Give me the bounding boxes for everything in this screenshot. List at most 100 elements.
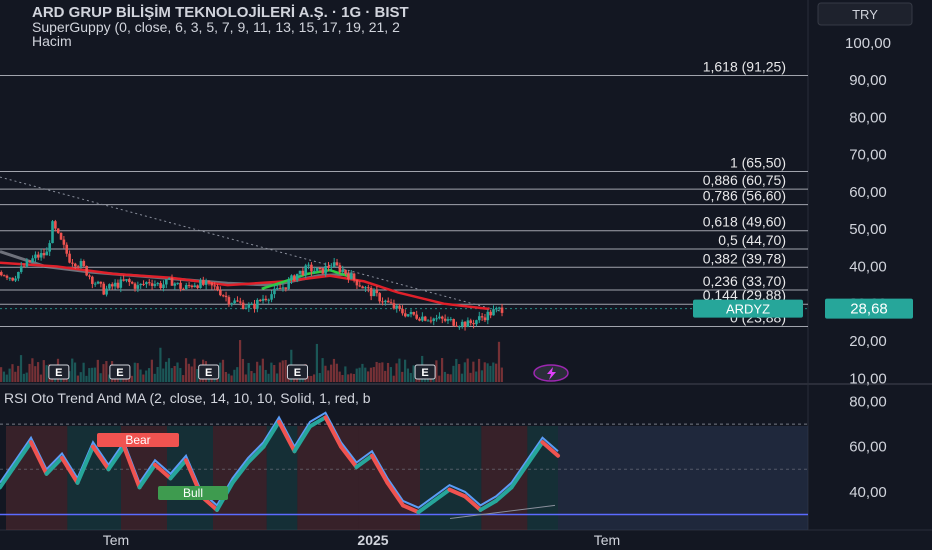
candle-body[interactable] [130,282,134,284]
candle-body[interactable] [8,277,12,279]
candle-body[interactable] [449,319,453,321]
candle-body[interactable] [25,260,29,267]
candle-body[interactable] [443,318,447,321]
currency-label[interactable]: TRY [852,7,878,22]
candle-body[interactable] [250,304,253,306]
candle-body[interactable] [355,279,359,286]
candle-body[interactable] [14,278,17,281]
candle-body[interactable] [338,265,342,272]
chart-canvas[interactable]: 1,618 (91,25) 1 (65,50) 0,886 (60,75)0,786… [0,0,932,550]
candle-body[interactable] [261,298,265,301]
candle-body[interactable] [39,253,43,258]
candle-body[interactable] [176,282,179,284]
candle-body[interactable] [142,283,145,285]
candle-body[interactable] [202,280,205,285]
candle-body[interactable] [341,269,345,272]
candle-body[interactable] [358,285,362,287]
candle-body[interactable] [236,300,239,302]
candle-body[interactable] [324,265,327,274]
candle-body[interactable] [495,308,498,310]
candle-body[interactable] [256,299,259,309]
candle-body[interactable] [364,287,367,289]
earnings-marker[interactable]: E [286,364,308,380]
candle-body[interactable] [224,295,228,298]
candle-body[interactable] [73,263,77,267]
candle-body[interactable] [321,268,325,274]
candle-body[interactable] [258,299,262,301]
bull-tag[interactable]: Bull [158,486,228,500]
candle-body[interactable] [415,314,418,319]
candle-body[interactable] [136,285,140,289]
candle-body[interactable] [440,316,444,319]
candle-body[interactable] [17,271,20,279]
candle-body[interactable] [150,283,154,286]
candle-body[interactable] [386,300,390,303]
candle-body[interactable] [384,300,387,303]
candle-body[interactable] [298,270,302,274]
candle-body[interactable] [213,285,216,287]
candle-body[interactable] [293,275,296,281]
candle-body[interactable] [51,221,54,244]
candle-body[interactable] [287,279,290,289]
candle-body[interactable] [36,254,40,258]
candle-body[interactable] [113,282,117,287]
candle-body[interactable] [184,285,188,289]
candle-body[interactable] [398,305,401,309]
candle-body[interactable] [381,301,384,303]
candle-body[interactable] [96,281,100,284]
candle-body[interactable] [19,266,23,272]
candle-body[interactable] [483,317,487,321]
candle-body[interactable] [275,287,279,289]
candle-body[interactable] [281,287,285,289]
candle-body[interactable] [455,325,458,327]
candle-body[interactable] [489,311,492,316]
candle-body[interactable] [446,319,450,321]
candle-body[interactable] [0,272,3,276]
candle-body[interactable] [133,283,137,289]
candle-body[interactable] [389,302,393,304]
candle-body[interactable] [216,286,219,291]
candle-body[interactable] [267,299,271,301]
candle-body[interactable] [310,264,313,272]
candle-body[interactable] [404,313,407,317]
candle-body[interactable] [315,268,319,271]
candle-body[interactable] [230,303,234,305]
candle-body[interactable] [312,270,316,272]
candle-body[interactable] [238,301,242,303]
candle-body[interactable] [219,290,222,296]
candle-body[interactable] [159,283,162,289]
candle-body[interactable] [62,239,66,245]
candle-body[interactable] [227,297,231,305]
candle-body[interactable] [88,275,91,277]
candle-body[interactable] [421,316,424,321]
candle-body[interactable] [167,278,171,280]
candle-body[interactable] [486,311,490,321]
rsi-title[interactable]: RSI Oto Trend And MA (2, close, 14, 10, … [4,390,371,406]
candle-body[interactable] [497,307,501,309]
candle-body[interactable] [418,318,421,321]
candle-body[interactable] [102,283,106,295]
earnings-marker[interactable]: E [109,364,131,380]
candle-body[interactable] [429,320,433,322]
candle-body[interactable] [295,273,299,281]
indicator-label[interactable]: SuperGuppy (0, close, 6, 3, 5, 7, 9, 11,… [32,19,400,35]
candle-body[interactable] [361,286,364,289]
candle-body[interactable] [264,298,268,300]
candle-body[interactable] [477,316,481,321]
earnings-marker[interactable]: E [414,364,436,380]
candle-body[interactable] [438,316,441,319]
candle-body[interactable] [82,261,86,266]
candle-body[interactable] [196,285,199,288]
candle-body[interactable] [378,293,381,302]
candle-body[interactable] [34,254,37,259]
candle-body[interactable] [475,320,478,325]
candle-body[interactable] [492,309,495,316]
earnings-marker[interactable]: E [48,364,70,380]
candle-body[interactable] [128,279,131,283]
lightning-icon[interactable] [533,364,569,382]
candle-body[interactable] [347,273,350,280]
candle-body[interactable] [372,290,376,297]
candle-body[interactable] [458,326,461,328]
candle-body[interactable] [426,320,430,322]
candle-body[interactable] [335,262,339,266]
